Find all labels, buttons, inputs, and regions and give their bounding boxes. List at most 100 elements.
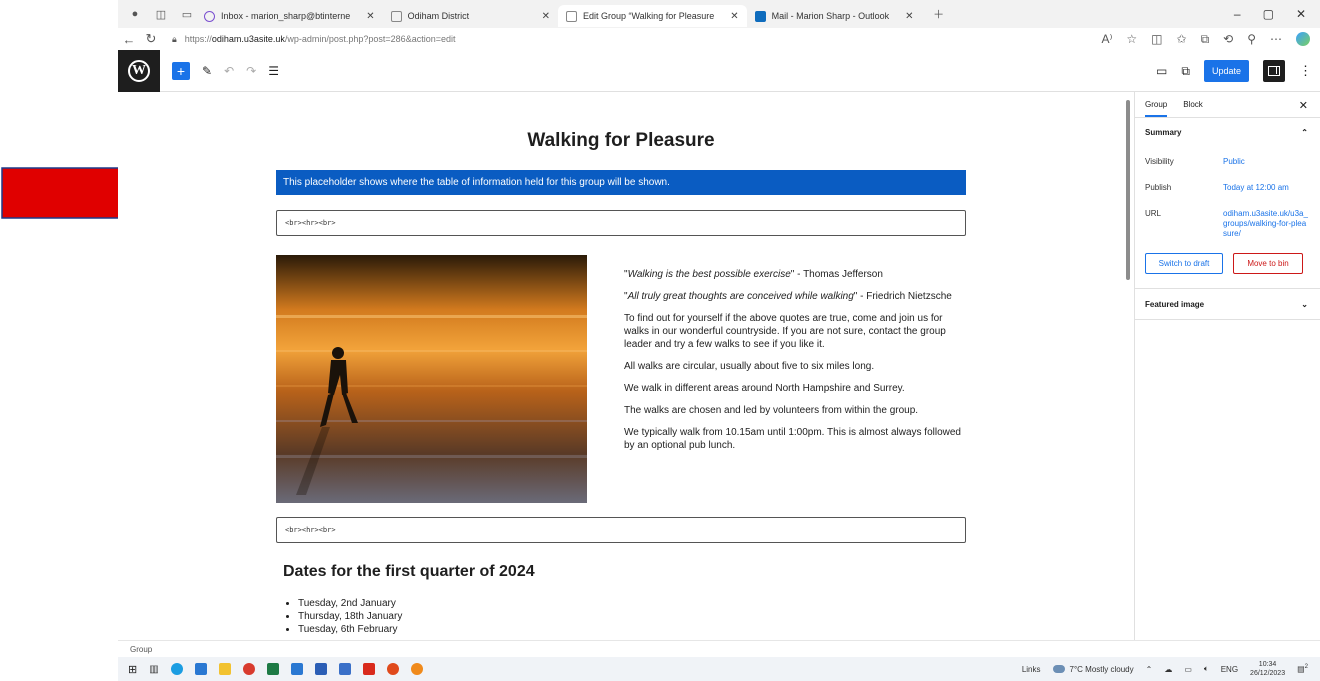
summary-panel-header[interactable]: Summary ⌃ bbox=[1135, 118, 1320, 146]
url-field[interactable]: https://odiham.u3asite.uk/wp-admin/post.… bbox=[185, 34, 456, 44]
more-menu-icon[interactable]: ⋯ bbox=[1270, 32, 1282, 46]
copilot-icon[interactable] bbox=[1296, 32, 1310, 46]
excel-icon[interactable] bbox=[266, 663, 279, 675]
tab-odiham[interactable]: Odiham District ✕ bbox=[383, 5, 558, 27]
tab-edit-group[interactable]: Edit Group “Walking for Pleasure ✕ bbox=[558, 5, 747, 27]
weather-widget[interactable]: 7°C Mostly cloudy bbox=[1052, 664, 1134, 674]
add-block-button[interactable]: + bbox=[172, 61, 190, 80]
list-item: Tuesday, 6th February bbox=[298, 623, 402, 636]
app-icon[interactable] bbox=[386, 663, 399, 675]
quote-author: - Friedrich Nietzsche bbox=[857, 291, 952, 302]
url-path: /wp-admin/post.php?post=286&action=edit bbox=[284, 34, 456, 44]
close-tab-icon[interactable]: ✕ bbox=[730, 11, 738, 22]
editor-canvas[interactable]: Walking for Pleasure This placeholder sh… bbox=[118, 92, 1134, 640]
collections-icon[interactable]: ⧉ bbox=[1201, 32, 1210, 47]
clock[interactable]: 10:34 26/12/2023 bbox=[1250, 660, 1285, 678]
minimize-icon[interactable]: – bbox=[1234, 7, 1241, 21]
visibility-label: Visibility bbox=[1145, 157, 1174, 166]
dates-heading[interactable]: Dates for the first quarter of 2024 bbox=[283, 563, 535, 581]
profile-avatar-icon[interactable]: ● bbox=[126, 5, 144, 23]
edge-icon[interactable] bbox=[170, 663, 183, 675]
notification-count: 2 bbox=[1304, 664, 1308, 671]
redo-icon[interactable]: ↷ bbox=[246, 64, 256, 78]
quote-nietzsche: "All truly great thoughts are conceived … bbox=[624, 291, 952, 302]
url-prefix: https:// bbox=[184, 34, 212, 44]
app-icon[interactable] bbox=[242, 663, 255, 675]
publish-value[interactable]: Today at 12:00 am bbox=[1223, 183, 1309, 193]
refresh-icon[interactable]: ↻ bbox=[140, 31, 162, 47]
extensions-icon[interactable]: ⚲ bbox=[1247, 32, 1256, 46]
edit-tool-icon[interactable]: ✎ bbox=[202, 64, 212, 78]
wordpress-logo-icon[interactable]: W bbox=[118, 49, 160, 92]
url-value[interactable]: odiham.u3asite.uk/u3a_groups/walking-for… bbox=[1223, 209, 1309, 239]
url-domain: odiham.u3asite.uk bbox=[211, 34, 285, 44]
word-icon[interactable] bbox=[314, 663, 327, 675]
notifications-icon[interactable]: ▤2 bbox=[1297, 664, 1308, 674]
tab-label: Edit Group “Walking for Pleasure bbox=[583, 11, 715, 21]
close-window-icon[interactable]: ✕ bbox=[1296, 7, 1306, 21]
walker-sunset-image[interactable] bbox=[276, 255, 587, 503]
workspaces-icon[interactable]: ◫ bbox=[152, 5, 170, 23]
favorite-star-icon[interactable]: ☆ bbox=[1126, 32, 1137, 46]
volume-icon[interactable]: 🔈︎ bbox=[1204, 664, 1209, 674]
language-indicator[interactable]: ENG bbox=[1221, 665, 1238, 674]
move-to-bin-button[interactable]: Move to bin bbox=[1233, 253, 1303, 274]
calendar-icon[interactable] bbox=[194, 663, 207, 675]
new-tab-icon[interactable]: ＋ bbox=[930, 5, 948, 23]
tab-outlook[interactable]: Mail - Marion Sharp - Outlook ✕ bbox=[747, 5, 922, 27]
paragraph: We typically walk from 10.15am until 1:0… bbox=[624, 427, 961, 451]
visibility-value[interactable]: Public bbox=[1223, 157, 1309, 167]
featured-image-panel-header[interactable]: Featured image ⌄ bbox=[1135, 289, 1320, 319]
file-explorer-icon[interactable] bbox=[218, 663, 231, 675]
tab-block[interactable]: Block bbox=[1183, 100, 1203, 109]
options-menu-icon[interactable]: ⋮ bbox=[1299, 63, 1312, 79]
scrollbar-thumb[interactable] bbox=[1126, 100, 1130, 280]
group-info-placeholder[interactable]: This placeholder shows where the table o… bbox=[276, 170, 966, 195]
tab-inbox[interactable]: Inbox - marion_sharp@btinterne ✕ bbox=[196, 5, 383, 27]
undo-icon[interactable]: ↶ bbox=[224, 64, 234, 78]
url-label: URL bbox=[1145, 209, 1162, 218]
tab-actions-icon[interactable]: ▭ bbox=[178, 5, 196, 23]
quote-jefferson: "Walking is the best possible exercise" … bbox=[624, 269, 883, 280]
view-post-icon[interactable]: ⧉ bbox=[1181, 64, 1190, 79]
back-icon[interactable]: ← bbox=[118, 32, 140, 47]
app-icon[interactable] bbox=[338, 663, 351, 675]
tray-chevron-icon[interactable]: ⌃ bbox=[1146, 665, 1153, 674]
task-view-icon[interactable]: ▥ bbox=[149, 664, 158, 675]
visibility-row: Visibility Public bbox=[1135, 157, 1320, 167]
links-toolbar[interactable]: Links bbox=[1022, 665, 1041, 674]
url-row: URL odiham.u3asite.uk/u3a_groups/walking… bbox=[1135, 209, 1320, 239]
update-button[interactable]: Update bbox=[1203, 60, 1249, 82]
post-title[interactable]: Walking for Pleasure bbox=[276, 130, 966, 152]
dates-list[interactable]: Tuesday, 2nd January Thursday, 18th Janu… bbox=[298, 597, 402, 636]
restore-icon[interactable]: ▢ bbox=[1263, 7, 1274, 21]
html-block[interactable]: <br><hr><br> bbox=[276, 517, 966, 543]
network-icon[interactable]: ▭ bbox=[1184, 665, 1192, 674]
firefox-icon[interactable] bbox=[410, 663, 423, 675]
favorites-icon[interactable]: ✩ bbox=[1177, 32, 1187, 46]
tab-group[interactable]: Group bbox=[1145, 93, 1168, 117]
close-tab-icon[interactable]: ✕ bbox=[542, 11, 550, 22]
breadcrumb-group[interactable]: Group bbox=[130, 645, 152, 654]
quote-text: All truly great thoughts are conceived w… bbox=[627, 291, 854, 302]
html-block[interactable]: <br><hr><br> bbox=[276, 210, 966, 236]
close-sidebar-icon[interactable]: ✕ bbox=[1299, 99, 1308, 112]
acrobat-icon[interactable] bbox=[362, 663, 375, 675]
onedrive-icon[interactable]: ☁ bbox=[1164, 665, 1172, 674]
settings-panel-toggle-icon[interactable] bbox=[1263, 60, 1285, 82]
editor-scrollbar[interactable] bbox=[1124, 92, 1132, 640]
history-icon[interactable]: ⟲ bbox=[1223, 32, 1233, 46]
weather-text: 7°C Mostly cloudy bbox=[1069, 664, 1134, 674]
publish-label: Publish bbox=[1145, 183, 1172, 192]
split-screen-icon[interactable]: ◫ bbox=[1151, 32, 1162, 46]
intro-text[interactable]: "Walking is the best possible exercise" … bbox=[624, 268, 964, 461]
close-tab-icon[interactable]: ✕ bbox=[366, 11, 374, 22]
switch-to-draft-button[interactable]: Switch to draft bbox=[1145, 253, 1223, 274]
start-icon[interactable]: ⊞ bbox=[128, 663, 137, 676]
document-overview-icon[interactable]: ☰ bbox=[268, 64, 279, 78]
preview-icon[interactable]: ▭ bbox=[1156, 64, 1167, 78]
read-aloud-icon[interactable]: A⁾ bbox=[1101, 32, 1112, 46]
paragraph: We walk in different areas around North … bbox=[624, 383, 905, 394]
close-tab-icon[interactable]: ✕ bbox=[905, 11, 913, 22]
settings-icon[interactable] bbox=[290, 663, 303, 675]
